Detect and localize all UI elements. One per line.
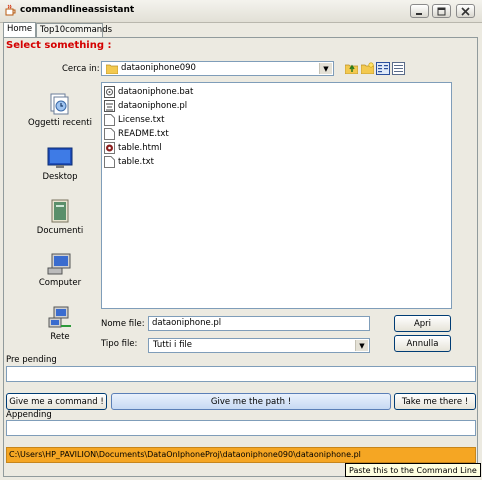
network-icon bbox=[48, 306, 71, 328]
cancel-button[interactable]: Annulla bbox=[394, 335, 451, 352]
place-label: Oggetti recenti bbox=[28, 118, 92, 128]
maximize-icon bbox=[437, 7, 446, 15]
file-type-value: Tutti i file bbox=[153, 340, 193, 350]
place-network[interactable]: Rete bbox=[20, 306, 100, 342]
list-item[interactable]: README.txt bbox=[104, 127, 169, 141]
maximize-button[interactable] bbox=[432, 4, 451, 18]
place-desktop[interactable]: Desktop bbox=[20, 146, 100, 182]
chevron-down-icon[interactable]: ▼ bbox=[319, 63, 332, 74]
desktop-icon bbox=[47, 147, 73, 168]
paste-tooltip: Paste this to the Command Line bbox=[345, 463, 481, 477]
documents-icon bbox=[51, 199, 69, 223]
file-name: table.txt bbox=[118, 157, 154, 167]
recent-items-icon bbox=[50, 93, 69, 115]
chevron-down-icon[interactable]: ▼ bbox=[355, 340, 368, 351]
place-label: Computer bbox=[38, 278, 82, 288]
appending-input[interactable] bbox=[6, 420, 476, 436]
prepending-input[interactable] bbox=[6, 366, 476, 382]
file-list[interactable]: dataoniphone.bat dataoniphone.pl License… bbox=[101, 82, 452, 309]
appending-label: Appending bbox=[6, 410, 52, 420]
up-folder-icon[interactable] bbox=[345, 62, 358, 74]
html-file-icon bbox=[104, 142, 115, 154]
place-recent-items[interactable]: Oggetti recenti bbox=[20, 92, 100, 128]
file-name: dataoniphone.pl bbox=[118, 101, 188, 111]
file-type-combo[interactable]: Tutti i file ▼ bbox=[148, 338, 370, 353]
place-documents[interactable]: Documenti bbox=[20, 198, 100, 236]
tab-top10commands[interactable]: Top10commands bbox=[36, 23, 112, 37]
file-name-input[interactable]: dataoniphone.pl bbox=[148, 316, 370, 331]
file-name: table.html bbox=[118, 143, 162, 153]
look-in-combo[interactable]: dataoniphone090 ▼ bbox=[101, 61, 334, 76]
file-name: README.txt bbox=[118, 129, 169, 139]
give-path-button[interactable]: Give me the path ! bbox=[111, 393, 391, 410]
close-button[interactable] bbox=[456, 4, 475, 18]
look-in-value: dataoniphone090 bbox=[121, 63, 196, 73]
place-label: Documenti bbox=[36, 226, 84, 236]
text-file-icon bbox=[104, 128, 115, 140]
select-prompt: Select something : bbox=[6, 40, 112, 51]
places-bar: Oggetti recenti Desktop Documenti Comput… bbox=[20, 82, 100, 350]
file-name: License.txt bbox=[118, 115, 165, 125]
new-folder-icon[interactable] bbox=[361, 62, 374, 74]
take-me-there-button[interactable]: Take me there ! bbox=[394, 393, 476, 410]
open-button[interactable]: Apri bbox=[394, 315, 451, 332]
list-item[interactable]: table.txt bbox=[104, 155, 154, 169]
list-item[interactable]: table.html bbox=[104, 141, 162, 155]
file-name: dataoniphone.bat bbox=[118, 87, 194, 97]
file-type-label: Tipo file: bbox=[101, 339, 138, 349]
place-label: Rete bbox=[50, 332, 70, 342]
place-computer[interactable]: Computer bbox=[20, 252, 100, 288]
app-window: commandlineassistant Home Top10commands … bbox=[0, 0, 482, 480]
bat-file-icon bbox=[104, 86, 115, 98]
place-label: Desktop bbox=[42, 172, 78, 182]
window-title: commandlineassistant bbox=[20, 5, 135, 15]
computer-icon bbox=[47, 253, 71, 275]
details-view-icon[interactable] bbox=[392, 62, 405, 75]
text-file-icon bbox=[104, 156, 115, 168]
minimize-icon bbox=[416, 12, 422, 15]
list-item[interactable]: dataoniphone.bat bbox=[104, 85, 193, 99]
tab-home[interactable]: Home bbox=[3, 22, 36, 38]
list-item[interactable]: License.txt bbox=[104, 113, 164, 127]
close-icon bbox=[461, 6, 470, 16]
java-app-icon bbox=[5, 4, 16, 16]
give-command-button[interactable]: Give me a command ! bbox=[6, 393, 107, 410]
list-view-icon[interactable] bbox=[376, 62, 390, 75]
title-bar[interactable]: commandlineassistant bbox=[0, 0, 482, 23]
folder-icon bbox=[106, 64, 118, 74]
list-item[interactable]: dataoniphone.pl bbox=[104, 99, 187, 113]
perl-file-icon bbox=[104, 100, 115, 112]
file-name-label: Nome file: bbox=[101, 319, 145, 329]
text-file-icon bbox=[104, 114, 115, 126]
prepending-label: Pre pending bbox=[6, 355, 57, 365]
result-path-field[interactable]: C:\Users\HP_PAVILION\Documents\DataOnIph… bbox=[6, 447, 476, 463]
look-in-label: Cerca in: bbox=[62, 64, 100, 74]
minimize-button[interactable] bbox=[410, 4, 429, 18]
